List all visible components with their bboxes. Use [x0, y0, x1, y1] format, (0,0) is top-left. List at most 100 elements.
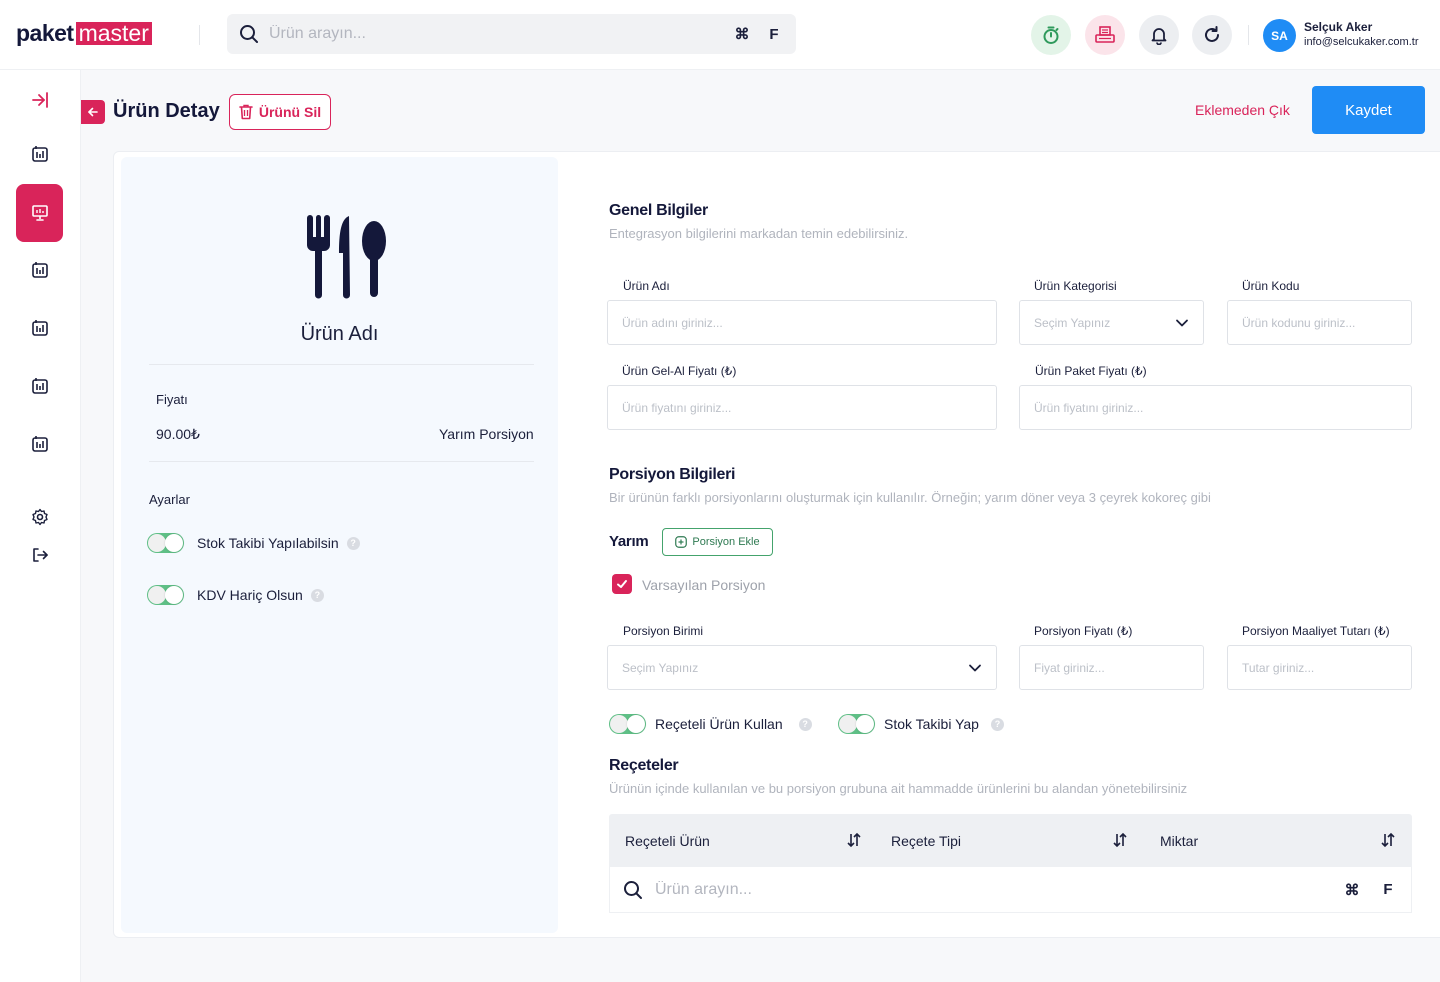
portion-unit-placeholder: Seçim Yapınız: [622, 660, 699, 675]
report-chart-icon: [31, 145, 49, 163]
product-name: Ürün Adı: [300, 323, 379, 345]
takeaway-price-input[interactable]: [607, 385, 997, 430]
price-value: 90.00₺: [156, 426, 200, 442]
shortcut-key: F: [1383, 881, 1393, 898]
shortcut-cmd: ⌘: [734, 26, 750, 43]
product-code-label: Ürün Kodu: [1242, 279, 1300, 293]
sidebar-item-reports-2[interactable]: [16, 250, 63, 290]
portion-cost-input[interactable]: [1227, 645, 1412, 690]
portion-name: Yarım: [609, 533, 649, 550]
help-icon[interactable]: ?: [346, 536, 360, 550]
product-name-label: Ürün Adı: [623, 279, 670, 293]
recipes-title: Reçeteler: [609, 757, 679, 774]
timer-button[interactable]: [1031, 15, 1071, 55]
product-category-select[interactable]: Seçim Yapınız: [1019, 300, 1204, 345]
save-button[interactable]: Kaydet: [1312, 86, 1425, 134]
product-code-input[interactable]: [1227, 300, 1412, 345]
portion-info-title: Porsiyon Bilgileri: [609, 466, 736, 483]
panel-divider: [149, 461, 534, 462]
back-button[interactable]: [81, 100, 105, 124]
add-portion-button[interactable]: Porsiyon Ekle: [662, 528, 773, 556]
package-price-label: Ürün Paket Fiyatı (₺): [1035, 364, 1147, 378]
general-info-title: Genel Bilgiler: [609, 202, 708, 219]
plus-square-icon: [675, 536, 688, 548]
sidebar-item-settings[interactable]: [16, 497, 63, 537]
user-avatar[interactable]: SA: [1263, 19, 1296, 52]
report-chart-icon: [31, 377, 49, 395]
help-icon[interactable]: ?: [310, 588, 324, 602]
printer-button[interactable]: [1085, 15, 1125, 55]
use-recipe-toggle[interactable]: [609, 714, 646, 734]
user-email: info@selcukaker.com.tr: [1304, 36, 1419, 48]
printer-icon: [1094, 25, 1116, 45]
sidebar-item-reports-5[interactable]: [16, 424, 63, 464]
sort-icon[interactable]: [846, 832, 862, 848]
stock-tracking-label: Stok Takibi Yapılabilsin: [197, 535, 339, 551]
trash-icon: [239, 104, 253, 120]
topbar-divider: [1248, 25, 1249, 45]
vat-excluded-toggle[interactable]: [147, 585, 184, 605]
recipes-subtitle: Ürünün içinde kullanılan ve bu porsiyon …: [609, 781, 1188, 796]
recipes-table-header: Reçeteli Ürün Reçete Tipi Miktar: [609, 814, 1412, 867]
portion-unit-select[interactable]: Seçim Yapınız: [607, 645, 997, 690]
portion-price-input[interactable]: [1019, 645, 1204, 690]
portion-stock-tracking-toggle[interactable]: [838, 714, 875, 734]
topbar-divider: [199, 25, 200, 45]
sidebar-item-reports-4[interactable]: [16, 366, 63, 406]
presentation-board-icon: [31, 204, 49, 222]
portion-value: Yarım Porsiyon: [439, 426, 534, 442]
recipe-search: ⌘ F: [609, 867, 1412, 913]
delete-product-button[interactable]: Ürünü Sil: [229, 94, 331, 130]
column-recipe-type[interactable]: Reçete Tipi: [891, 814, 961, 867]
report-chart-icon: [31, 319, 49, 337]
arrow-left-icon: [87, 106, 99, 118]
logo-text-part1: paket: [16, 19, 74, 46]
package-price-input[interactable]: [1019, 385, 1412, 430]
product-category-placeholder: Seçim Yapınız: [1034, 315, 1111, 330]
refresh-button[interactable]: [1192, 15, 1232, 55]
sidebar-collapse-toggle[interactable]: [16, 80, 63, 120]
settings-label: Ayarlar: [149, 492, 190, 507]
global-search: ⌘ F: [227, 14, 796, 54]
search-icon: [239, 24, 259, 44]
sort-icon[interactable]: [1380, 832, 1396, 848]
chevron-down-icon: [1176, 319, 1188, 326]
notifications-button[interactable]: [1139, 15, 1179, 55]
exit-without-saving-link[interactable]: Eklemeden Çık: [1195, 102, 1290, 118]
gear-icon: [31, 508, 49, 526]
global-search-input[interactable]: [269, 25, 720, 43]
sort-icon[interactable]: [1112, 832, 1128, 848]
help-icon[interactable]: ?: [798, 717, 812, 731]
page-title: Ürün Detay: [113, 100, 220, 122]
sidebar-item-reports-3[interactable]: [16, 308, 63, 348]
sidebar: [0, 70, 81, 982]
column-recipe-product[interactable]: Reçeteli Ürün: [625, 814, 710, 867]
vat-excluded-label: KDV Hariç Olsun: [197, 587, 303, 603]
column-quantity[interactable]: Miktar: [1160, 814, 1198, 867]
stopwatch-icon: [1041, 25, 1061, 45]
default-portion-label: Varsayılan Porsiyon: [642, 577, 766, 593]
default-portion-checkbox[interactable]: [612, 574, 632, 594]
user-name: Selçuk Aker: [1304, 20, 1373, 34]
sidebar-item-logout[interactable]: [16, 535, 63, 575]
sidebar-item-reports-1[interactable]: [16, 134, 63, 174]
sidebar-item-products[interactable]: [16, 184, 63, 242]
delete-product-label: Ürünü Sil: [258, 104, 322, 120]
refresh-icon: [1202, 25, 1222, 45]
portion-unit-label: Porsiyon Birimi: [623, 624, 704, 638]
logo-text-part2: master: [75, 21, 152, 45]
product-category-label: Ürün Kategorisi: [1034, 279, 1117, 293]
app-logo[interactable]: paket master: [16, 20, 152, 46]
option-use-recipe: Reçeteli Ürün Kullan ?: [609, 714, 812, 734]
top-bar: paket master ⌘ F SA Selçuk Aker info@sel…: [0, 0, 1440, 70]
stock-tracking-toggle[interactable]: [147, 533, 184, 553]
check-icon: [616, 578, 628, 590]
portion-cost-label: Porsiyon Maaliyet Tutarı (₺): [1242, 624, 1390, 638]
price-label: Fiyatı: [156, 392, 188, 407]
recipe-search-input[interactable]: [655, 880, 1330, 899]
panel-divider: [149, 364, 534, 365]
option-stock-tracking: Stok Takibi Yap ?: [838, 714, 1004, 734]
product-name-input[interactable]: [607, 300, 997, 345]
report-chart-icon: [31, 261, 49, 279]
help-icon[interactable]: ?: [990, 717, 1004, 731]
